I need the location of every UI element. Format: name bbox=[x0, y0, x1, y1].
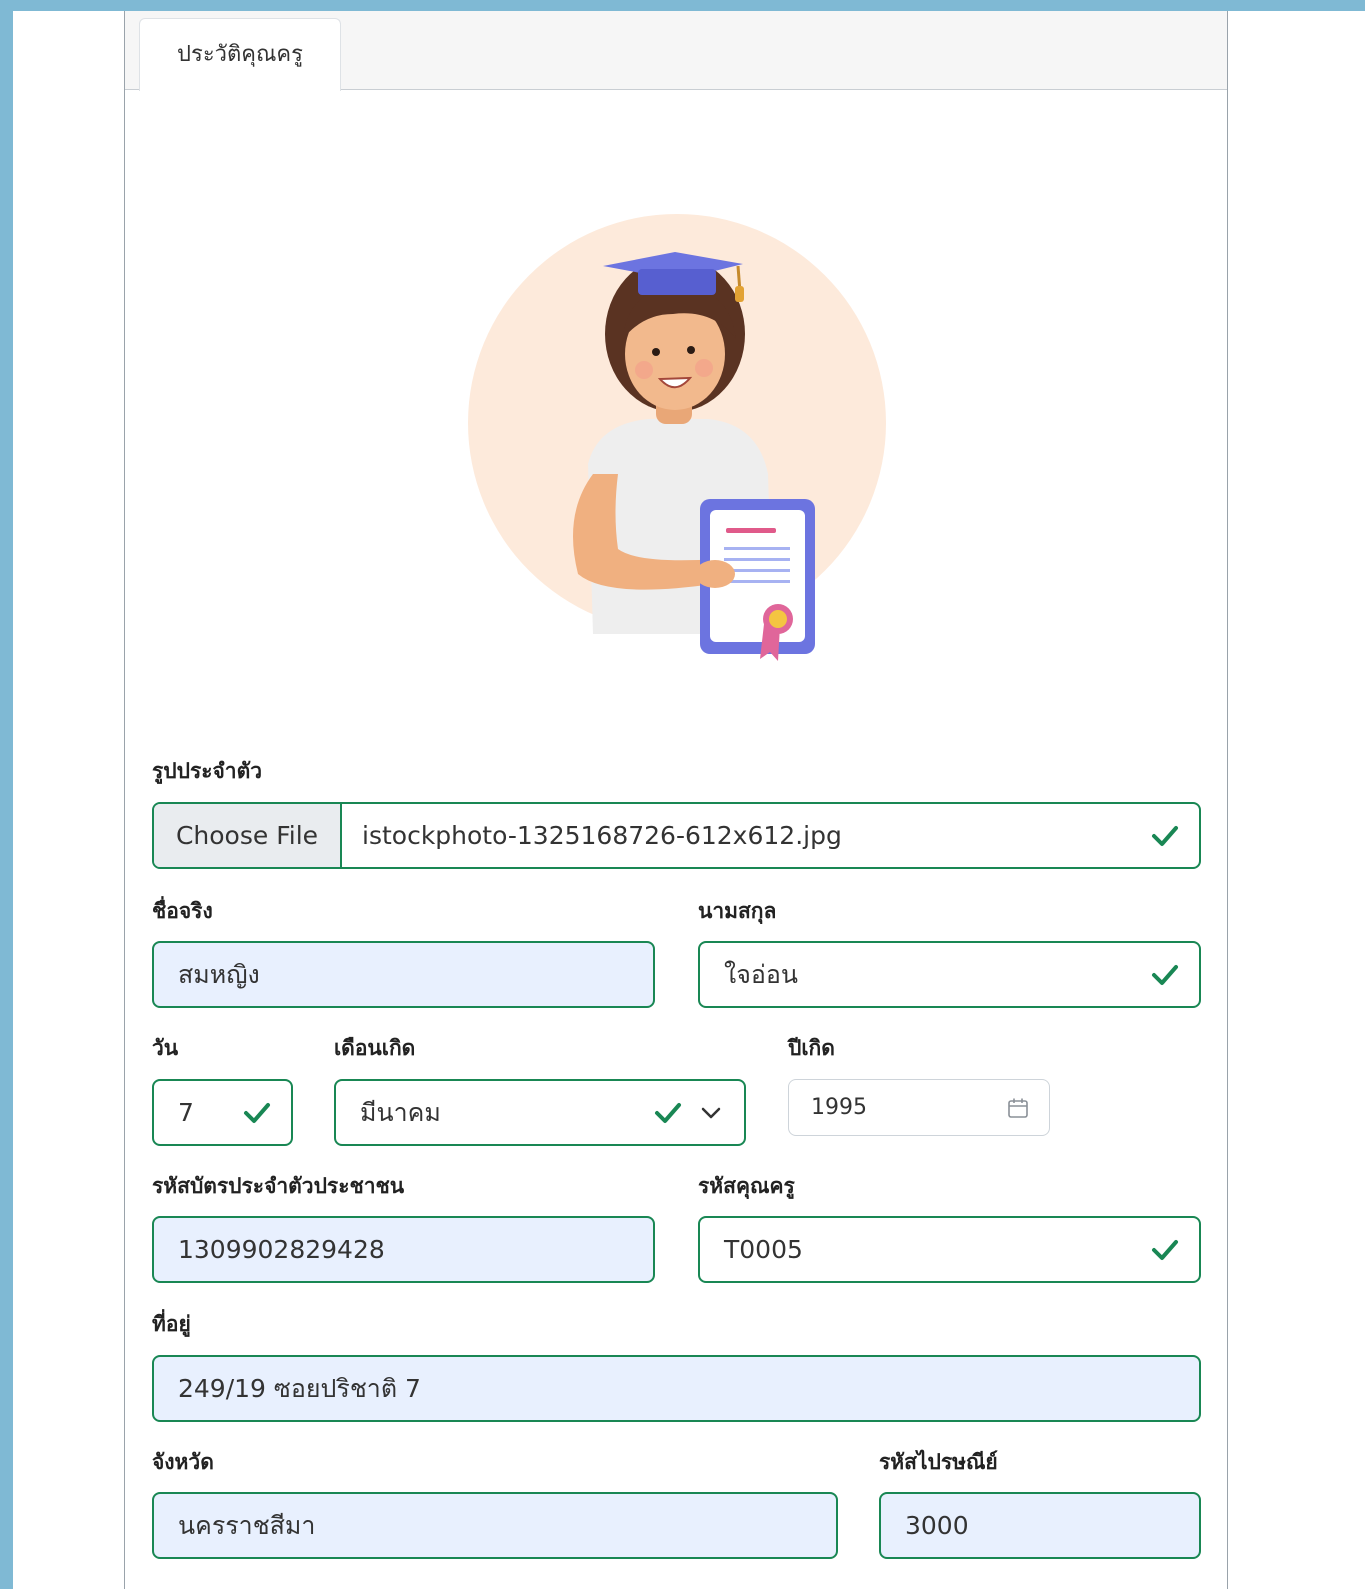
idcard-label: รหัสบัตรประจำตัวประชาชน bbox=[152, 1174, 405, 1198]
firstname-label: ชื่อจริง bbox=[152, 899, 213, 923]
tab-teacher-profile[interactable]: ประวัติคุณครู bbox=[139, 18, 341, 91]
day-input[interactable]: 7 bbox=[152, 1079, 293, 1146]
postcode-input[interactable]: 3000 bbox=[879, 1492, 1201, 1559]
firstname-value: สมหญิง bbox=[178, 959, 260, 989]
avatar bbox=[468, 214, 886, 661]
teacher-code-value: T0005 bbox=[724, 1235, 803, 1264]
address-label: ที่อยู่ bbox=[152, 1312, 191, 1336]
check-icon bbox=[244, 1102, 270, 1123]
lastname-value: ใจอ่อน bbox=[724, 959, 798, 989]
postcode-value: 3000 bbox=[905, 1511, 969, 1540]
check-icon bbox=[655, 1102, 681, 1123]
lastname-label: นามสกุล bbox=[698, 899, 777, 923]
lastname-input[interactable]: ใจอ่อน bbox=[698, 941, 1201, 1008]
idcard-input[interactable]: 1309902829428 bbox=[152, 1216, 655, 1283]
file-name-text: istockphoto-1325168726-612x612.jpg bbox=[362, 821, 842, 850]
firstname-input[interactable]: สมหญิง bbox=[152, 941, 655, 1008]
photo-label: รูปประจำตัว bbox=[152, 759, 263, 783]
month-label: เดือนเกิด bbox=[334, 1036, 416, 1060]
page: ประวัติคุณครู รูปประจำตัว Choose File is… bbox=[13, 11, 1365, 1589]
teacher-code-input[interactable]: T0005 bbox=[698, 1216, 1201, 1283]
teacher-code-label: รหัสคุณครู bbox=[698, 1174, 795, 1198]
address-value: 249/19 ซอยปริชาติ 7 bbox=[178, 1373, 421, 1403]
address-input[interactable]: 249/19 ซอยปริชาติ 7 bbox=[152, 1355, 1201, 1422]
tab-bar: ประวัติคุณครู bbox=[125, 11, 1227, 91]
year-date-input[interactable]: 1995 bbox=[788, 1079, 1050, 1136]
day-value: 7 bbox=[178, 1098, 194, 1127]
teacher-profile-card: ประวัติคุณครู รูปประจำตัว Choose File is… bbox=[124, 11, 1228, 1589]
check-icon bbox=[1152, 825, 1178, 846]
chevron-down-icon bbox=[701, 1107, 721, 1118]
check-icon bbox=[1152, 1239, 1178, 1260]
teacher-graduate-avatar-icon bbox=[573, 252, 815, 661]
month-value: มีนาคม bbox=[360, 1097, 441, 1127]
province-label: จังหวัด bbox=[152, 1450, 214, 1474]
postcode-label: รหัสไปรษณีย์ bbox=[879, 1450, 998, 1474]
day-label: วัน bbox=[152, 1036, 179, 1060]
month-select[interactable]: มีนาคม bbox=[334, 1079, 746, 1146]
calendar-icon[interactable] bbox=[1007, 1097, 1029, 1119]
check-icon bbox=[1152, 964, 1178, 985]
idcard-value: 1309902829428 bbox=[178, 1235, 385, 1264]
year-label: ปีเกิด bbox=[788, 1036, 835, 1060]
province-input[interactable]: นครราชสีมา bbox=[152, 1492, 838, 1559]
province-value: นครราชสีมา bbox=[178, 1510, 316, 1540]
photo-file-input[interactable]: Choose File istockphoto-1325168726-612x6… bbox=[152, 802, 1201, 869]
choose-file-button[interactable]: Choose File bbox=[154, 804, 342, 867]
year-value: 1995 bbox=[811, 1095, 867, 1120]
